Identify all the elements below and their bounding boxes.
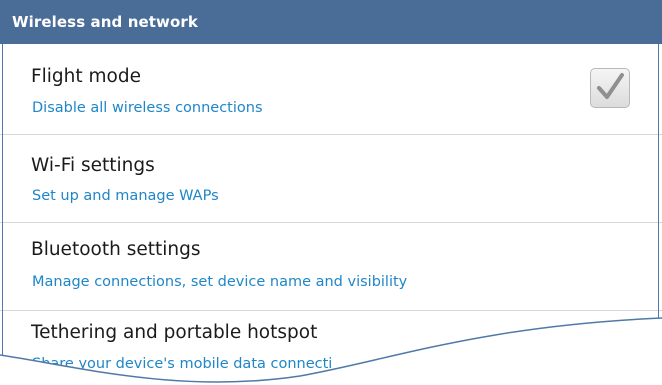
category-title: Wireless and network — [12, 13, 198, 31]
item-title: Tethering and portable hotspot — [31, 322, 318, 343]
settings-item-flight-mode[interactable]: Flight mode Disable all wireless connect… — [0, 44, 662, 135]
flight-mode-checkbox[interactable] — [590, 68, 630, 108]
item-subtitle: Disable all wireless connections — [32, 100, 263, 116]
item-title: Bluetooth settings — [31, 239, 201, 260]
item-title: Wi-Fi settings — [31, 155, 155, 176]
item-subtitle: Manage connections, set device name and … — [32, 274, 408, 290]
settings-item-tethering[interactable]: Tethering and portable hotspot Share you… — [0, 311, 662, 385]
settings-category-header: Wireless and network — [0, 0, 662, 44]
check-icon — [597, 73, 624, 99]
item-subtitle: Set up and manage WAPs — [32, 188, 219, 204]
item-title: Flight mode — [31, 66, 141, 87]
item-subtitle: Share your device's mobile data connecti — [32, 356, 333, 372]
settings-item-bluetooth[interactable]: Bluetooth settings Manage connections, s… — [0, 223, 662, 311]
settings-item-wifi[interactable]: Wi-Fi settings Set up and manage WAPs — [0, 135, 662, 223]
